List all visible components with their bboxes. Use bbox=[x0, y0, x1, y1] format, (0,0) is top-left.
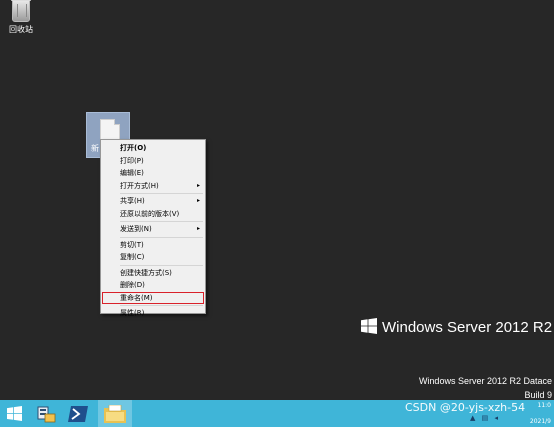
menu-item-open-with[interactable]: 打开方式(H) ▸ bbox=[101, 180, 205, 193]
menu-separator bbox=[120, 236, 203, 238]
menu-item-label: 重命名(M) bbox=[120, 293, 153, 302]
menu-item-label: 删除(D) bbox=[120, 281, 145, 289]
menu-item-rename[interactable]: 重命名(M) bbox=[102, 291, 204, 304]
menu-item-properties[interactable]: 属性(R) bbox=[101, 307, 205, 320]
windows-branding: Windows Server 2012 R2 bbox=[361, 318, 552, 338]
recycle-bin-label: 回收站 bbox=[9, 25, 33, 34]
submenu-arrow-icon: ▸ bbox=[196, 225, 200, 232]
menu-item-label: 编辑(E) bbox=[120, 169, 144, 177]
server-manager-icon bbox=[37, 406, 56, 423]
menu-separator bbox=[120, 264, 203, 266]
folder-icon bbox=[104, 405, 126, 423]
clock-time: 11:0 bbox=[537, 402, 551, 409]
context-menu: 打开(O) 打印(P) 编辑(E) 打开方式(H) ▸ 共享(H) ▸ 还原以前的版… bbox=[100, 139, 206, 317]
powershell-button[interactable] bbox=[62, 400, 93, 427]
file-name-label: 新 bbox=[91, 144, 99, 153]
windows-start-icon bbox=[7, 406, 22, 421]
menu-item-label: 创建快捷方式(S) bbox=[120, 268, 172, 277]
menu-separator bbox=[120, 221, 203, 222]
menu-item-delete[interactable]: 删除(D) bbox=[101, 279, 205, 292]
clock-date: 2021/9 bbox=[529, 418, 551, 425]
menu-item-label: 打开(O) bbox=[120, 144, 147, 152]
menu-item-print[interactable]: 打印(P) bbox=[101, 155, 205, 168]
menu-item-label: 共享(H) bbox=[120, 197, 145, 205]
menu-item-send-to[interactable]: 发送到(N) ▸ bbox=[101, 223, 205, 236]
submenu-arrow-icon: ▸ bbox=[196, 197, 200, 204]
menu-item-label: 剪切(T) bbox=[120, 240, 144, 249]
start-button[interactable] bbox=[0, 400, 31, 427]
menu-item-label: 属性(R) bbox=[120, 309, 145, 317]
trash-can-icon bbox=[11, 0, 31, 22]
system-tray-icons[interactable]: ▲ ▤ ◂ bbox=[470, 414, 510, 424]
menu-item-label: 发送到(N) bbox=[120, 225, 152, 233]
product-name: Windows Server 2012 R2 bbox=[382, 319, 553, 336]
menu-item-edit[interactable]: 编辑(E) bbox=[101, 167, 205, 180]
recycle-bin-icon[interactable]: 回收站 bbox=[3, 0, 39, 35]
menu-separator bbox=[120, 305, 203, 306]
edition-watermark: Windows Server 2012 R2 Datace bbox=[418, 376, 552, 386]
menu-item-label: 还原以前的版本(V) bbox=[120, 209, 180, 218]
menu-item-label: 复制(C) bbox=[120, 253, 145, 261]
menu-item-copy[interactable]: 复制(C) bbox=[101, 251, 205, 264]
menu-item-label: 打印(P) bbox=[120, 156, 144, 165]
file-explorer-button[interactable] bbox=[98, 400, 132, 427]
powershell-icon bbox=[68, 406, 88, 422]
build-watermark: Build 9 bbox=[524, 390, 552, 400]
menu-item-restore-previous-versions[interactable]: 还原以前的版本(V) bbox=[101, 208, 205, 221]
menu-separator bbox=[120, 193, 203, 194]
menu-item-label: 打开方式(H) bbox=[120, 181, 159, 190]
menu-item-cut[interactable]: 剪切(T) bbox=[101, 239, 205, 252]
submenu-arrow-icon: ▸ bbox=[196, 181, 200, 189]
menu-item-create-shortcut[interactable]: 创建快捷方式(S) bbox=[101, 267, 205, 280]
menu-item-share[interactable]: 共享(H) ▸ bbox=[101, 195, 205, 208]
windows-logo-icon bbox=[361, 318, 377, 334]
system-clock[interactable]: 11:0 2021/9 bbox=[530, 402, 551, 426]
menu-item-open[interactable]: 打开(O) bbox=[101, 142, 205, 155]
server-manager-button[interactable] bbox=[30, 400, 61, 427]
